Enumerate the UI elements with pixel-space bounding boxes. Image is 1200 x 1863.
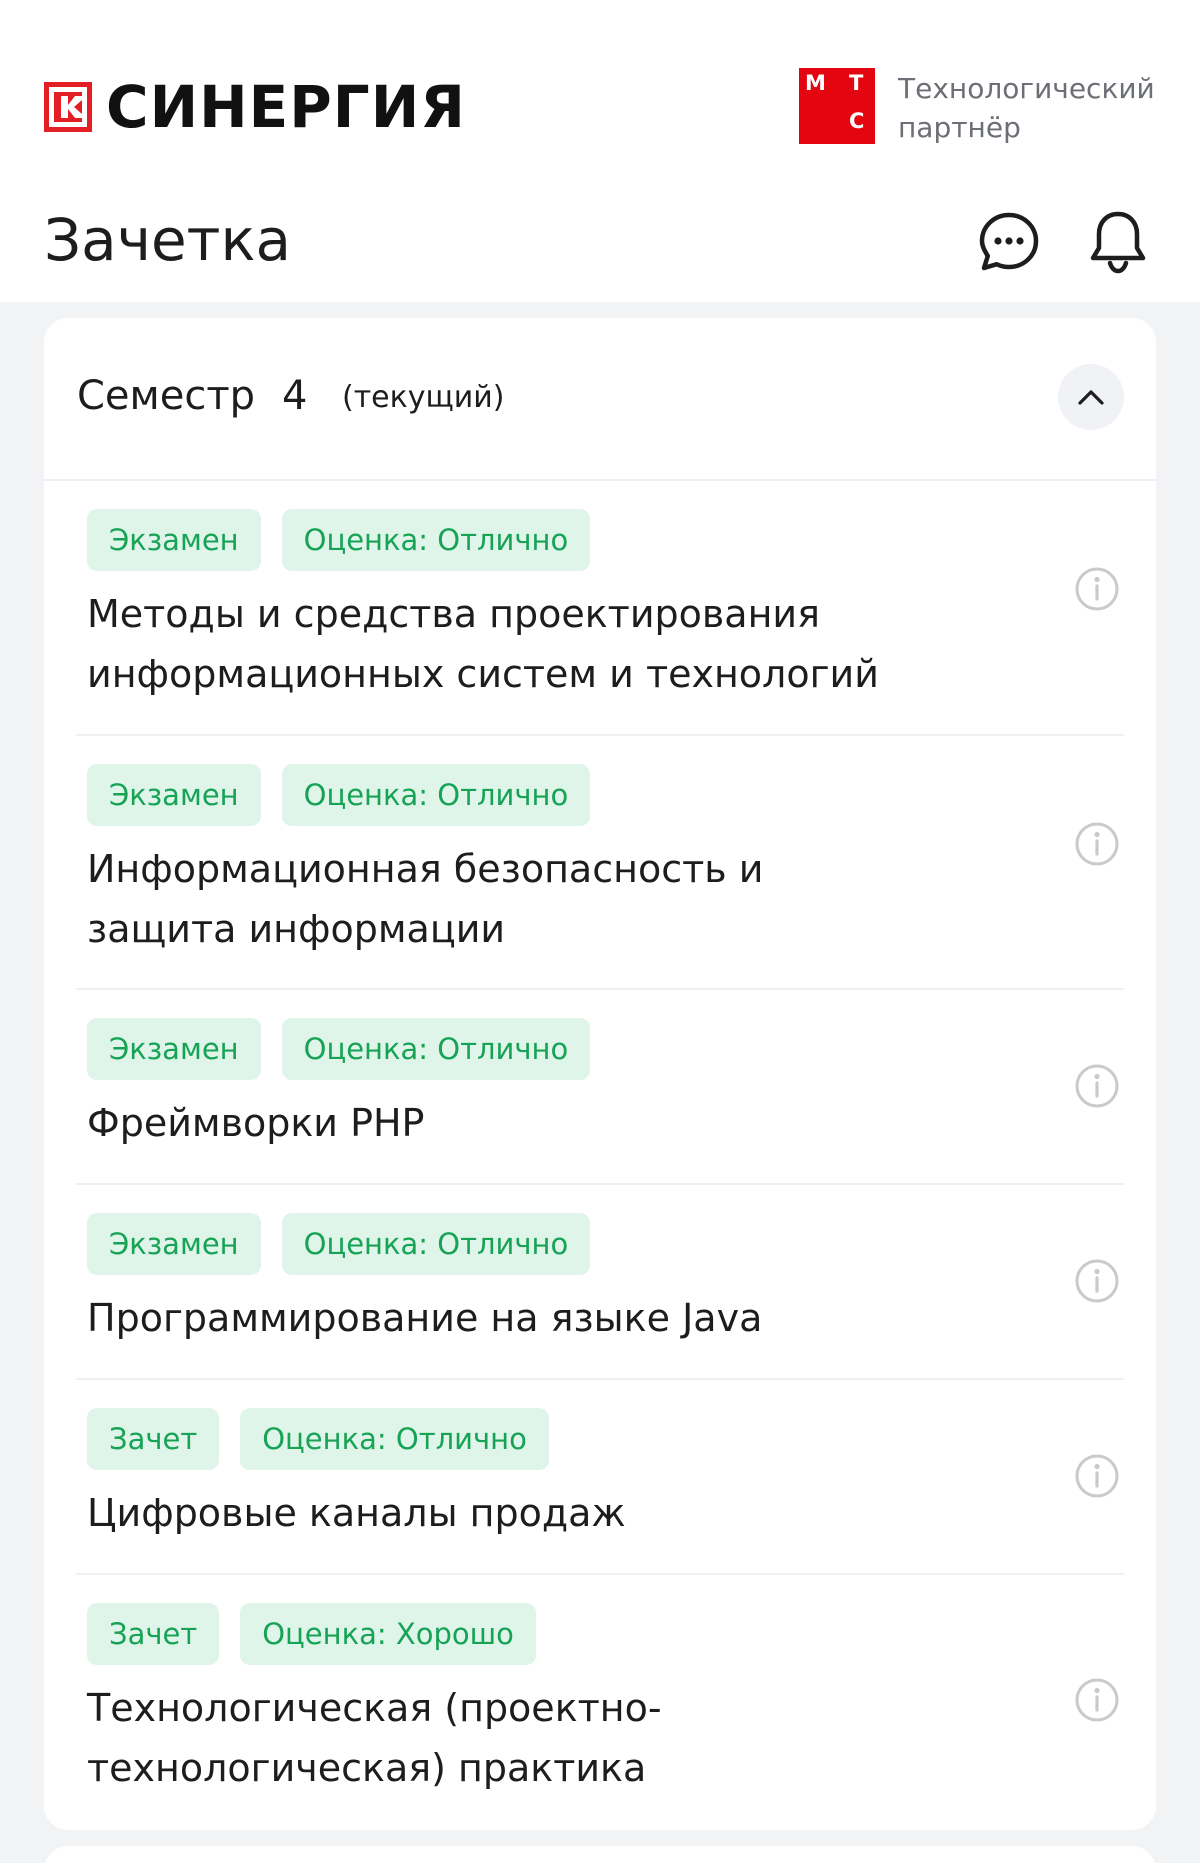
assessment-type-badge: Экзамен [87, 1018, 261, 1080]
course-name: Информационная безопасность и защита инф… [87, 847, 764, 951]
course-name: Методы и средства проектирования информа… [87, 592, 879, 696]
course-row: Зачет Оценка: Хорошо Технологическая (пр… [44, 1575, 1156, 1830]
course-row: Экзамен Оценка: Отлично Информационная б… [44, 736, 1156, 990]
semester-card: Семестр 4 (текущий) Экзамен Оценка: Отли… [44, 318, 1156, 1830]
partner-caption-line2: партнёр [898, 111, 1021, 144]
assessment-type-badge: Экзамен [87, 1213, 261, 1275]
course-info-button[interactable] [1072, 819, 1122, 869]
course-info-button[interactable] [1072, 1675, 1122, 1725]
course-name: Цифровые каналы продаж [87, 1491, 626, 1535]
page-title: Зачетка [44, 206, 292, 274]
course-row: Экзамен Оценка: Отлично Фреймворки PHP [44, 990, 1156, 1185]
course-tags: Зачет Оценка: Хорошо [87, 1603, 557, 1665]
course-info-button[interactable] [1072, 1061, 1122, 1111]
semester-status: (текущий) [342, 380, 505, 415]
assessment-type-badge: Экзамен [87, 509, 261, 571]
tech-partner: М Т С Технологический партнёр [799, 68, 1155, 147]
course-row: Зачет Оценка: Отлично Цифровые каналы пр… [44, 1380, 1156, 1575]
mts-letter-m: М [805, 71, 826, 95]
assessment-type-badge: Зачет [87, 1408, 220, 1470]
assessment-type-badge: Зачет [87, 1603, 220, 1665]
course-tags: Зачет Оценка: Отлично [87, 1408, 570, 1470]
grade-badge: Оценка: Отлично [281, 1213, 591, 1275]
info-icon [1075, 1064, 1119, 1108]
chevron-up-icon [1078, 390, 1104, 405]
info-icon [1075, 567, 1119, 611]
course-tags: Экзамен Оценка: Отлично [87, 1213, 611, 1275]
synergy-logo[interactable]: СИНЕРГИЯ [44, 76, 466, 138]
info-icon [1075, 1259, 1119, 1303]
mts-letter-s: С [849, 109, 865, 133]
chat-button[interactable] [973, 206, 1045, 278]
grade-badge: Оценка: Отлично [240, 1408, 549, 1470]
notifications-button[interactable] [1082, 206, 1154, 278]
app-header: СИНЕРГИЯ М Т С Технологический партнёр З… [0, 0, 1200, 302]
grade-badge: Оценка: Отлично [281, 764, 591, 826]
course-row: Экзамен Оценка: Отлично Программирование… [44, 1185, 1156, 1380]
course-row: Экзамен Оценка: Отлично Методы и средств… [44, 481, 1156, 736]
semester-number: 4 [282, 373, 308, 419]
course-tags: Экзамен Оценка: Отлично [87, 509, 611, 571]
chat-icon [979, 212, 1039, 271]
semester-label: Семестр [77, 373, 256, 419]
course-tags: Экзамен Оценка: Отлично [87, 1018, 611, 1080]
info-icon [1075, 1454, 1119, 1498]
grade-badge: Оценка: Отлично [281, 509, 591, 571]
course-name: Программирование на языке Java [87, 1296, 763, 1340]
assessment-type-badge: Экзамен [87, 764, 261, 826]
course-info-button[interactable] [1072, 564, 1122, 614]
partner-caption: Технологический партнёр [898, 69, 1155, 147]
course-name: Технологическая (проектно-технологическа… [87, 1686, 662, 1790]
partner-caption-line1: Технологический [898, 72, 1155, 105]
next-semester-card[interactable] [44, 1846, 1156, 1863]
bell-icon [1090, 211, 1146, 274]
synergy-logo-mark [44, 82, 92, 132]
brand-name: СИНЕРГИЯ [106, 73, 466, 141]
grade-badge: Оценка: Хорошо [240, 1603, 536, 1665]
collapse-button[interactable] [1058, 364, 1124, 430]
semester-header[interactable]: Семестр 4 (текущий) [44, 318, 1156, 481]
course-tags: Экзамен Оценка: Отлично [87, 764, 611, 826]
course-info-button[interactable] [1072, 1256, 1122, 1306]
course-name: Фреймворки PHP [87, 1101, 425, 1145]
mts-letter-t: Т [849, 71, 864, 95]
mts-logo: М Т С [799, 68, 875, 144]
grade-badge: Оценка: Отлично [281, 1018, 591, 1080]
course-info-button[interactable] [1072, 1451, 1122, 1501]
info-icon [1075, 822, 1119, 866]
info-icon [1075, 1678, 1119, 1722]
